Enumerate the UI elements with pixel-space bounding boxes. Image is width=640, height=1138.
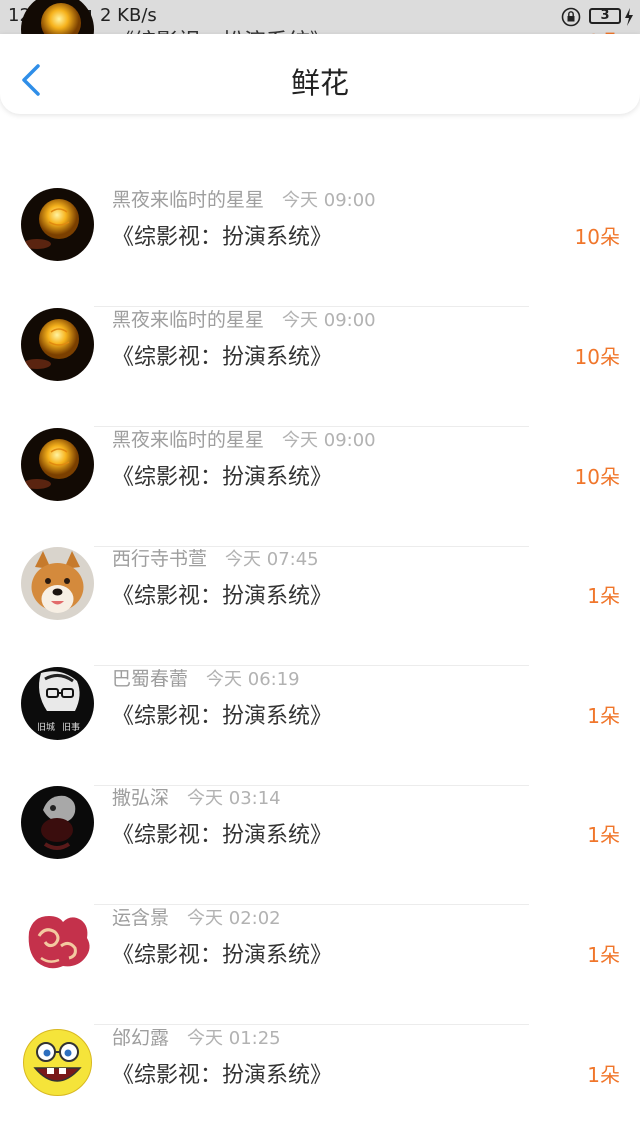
list-item[interactable]: 邰幻露 今天 01:25 《综影视：扮演系统》 1朵 (0, 978, 640, 1099)
avatar[interactable] (21, 428, 94, 501)
user-line: 邰幻露 今天 01:25 (112, 1023, 281, 1050)
red-swirl-icon (21, 906, 94, 979)
flower-count: 1朵 (587, 584, 620, 608)
avatar[interactable] (21, 188, 94, 261)
avatar[interactable] (21, 906, 94, 979)
list-item[interactable]: 西行寺书萱 今天 07:45 《综影视：扮演系统》 1朵 (0, 499, 640, 666)
timestamp: 今天 09:00 (282, 190, 376, 211)
timestamp: 今天 09:00 (282, 430, 376, 451)
flower-list: 《综影视：扮演系统》 10朵 黑夜来临时的星星今天 09:00 《综影视：扮演系… (0, 0, 640, 1138)
timestamp: 今天 02:02 (187, 908, 281, 929)
glasses-portrait-icon: 旧城 旧事 (21, 667, 94, 740)
username: 黑夜来临时的星星 (112, 189, 265, 211)
flower-count: 1朵 (587, 1063, 620, 1087)
list-item[interactable]: 黑夜来临时的星星 今天 09:00 《综影视：扮演系统》 10朵 (0, 140, 640, 307)
book-title: 《综影视：扮演系统》 (112, 225, 333, 250)
avatar[interactable] (21, 1026, 94, 1099)
book-title: 《综影视：扮演系统》 (112, 943, 333, 968)
username: 西行寺书萱 (112, 548, 208, 570)
avatar[interactable] (21, 547, 94, 620)
username: 黑夜来临时的星星 (112, 309, 265, 331)
username: 邰幻露 (112, 1027, 170, 1049)
flower-count: 1朵 (587, 943, 620, 967)
user-line: 黑夜来临时的星星 今天 09:00 (112, 305, 376, 332)
username: 运含景 (112, 907, 170, 929)
amber-orb-icon (21, 308, 94, 381)
avatar[interactable] (21, 786, 94, 859)
svg-text:旧城: 旧城 (37, 722, 55, 733)
user-line: 巴蜀春蕾 今天 06:19 (112, 664, 300, 691)
book-title: 《综影视：扮演系统》 (112, 584, 333, 609)
timestamp: 今天 03:14 (187, 788, 281, 809)
flower-count: 1朵 (587, 704, 620, 728)
list-item[interactable]: 撒弘深 今天 03:14 《综影视：扮演系统》 1朵 (0, 738, 640, 905)
list-item[interactable]: 黑夜来临时的星星 今天 09:00 《综影视：扮演系统》 10朵 (0, 260, 640, 427)
timestamp: 今天 07:45 (225, 549, 319, 570)
user-line: 撒弘深 今天 03:14 (112, 783, 281, 810)
amber-orb-icon (21, 428, 94, 501)
username: 黑夜来临时的星星 (112, 429, 265, 451)
flower-count: 10朵 (574, 465, 620, 489)
flower-count: 10朵 (574, 225, 620, 249)
flower-count: 1朵 (587, 823, 620, 847)
flower-count: 10朵 (574, 345, 620, 369)
list-item[interactable]: 旧城 旧事 巴蜀春蕾 今天 06:19 《综影视：扮演系统》 1朵 (0, 619, 640, 786)
user-line: 黑夜来临时的星星 今天 09:00 (112, 425, 376, 452)
nav-bar: 鲜花 (0, 34, 640, 114)
page-title: 鲜花 (290, 66, 349, 100)
list-item[interactable]: 运含景 今天 02:02 《综影视：扮演系统》 1朵 (0, 858, 640, 1025)
book-title: 《综影视：扮演系统》 (112, 1063, 333, 1088)
timestamp: 今天 09:00 (282, 310, 376, 331)
timestamp: 今天 01:25 (187, 1028, 281, 1049)
avatar[interactable] (21, 308, 94, 381)
user-line: 黑夜来临时的星星 今天 09:00 (112, 185, 376, 212)
user-line: 西行寺书萱 今天 07:45 (112, 544, 319, 571)
username: 巴蜀春蕾 (112, 668, 189, 690)
timestamp: 今天 06:19 (206, 669, 300, 690)
book-title: 《综影视：扮演系统》 (112, 345, 333, 370)
dark-figure-icon (21, 786, 94, 859)
book-title: 《综影视：扮演系统》 (112, 823, 333, 848)
list-item[interactable]: 黑夜来临时的星星 今天 09:00 《综影视：扮演系统》 10朵 (0, 380, 640, 547)
amber-orb-icon (21, 188, 94, 261)
book-title: 《综影视：扮演系统》 (112, 465, 333, 490)
user-line (112, 0, 130, 12)
avatar[interactable]: 旧城 旧事 (21, 667, 94, 740)
username: 撒弘深 (112, 787, 170, 809)
dog-icon (21, 547, 94, 620)
yellow-face-icon (21, 1026, 94, 1099)
svg-text:旧事: 旧事 (62, 721, 80, 733)
book-title: 《综影视：扮演系统》 (112, 704, 333, 729)
user-line: 运含景 今天 02:02 (112, 903, 281, 930)
